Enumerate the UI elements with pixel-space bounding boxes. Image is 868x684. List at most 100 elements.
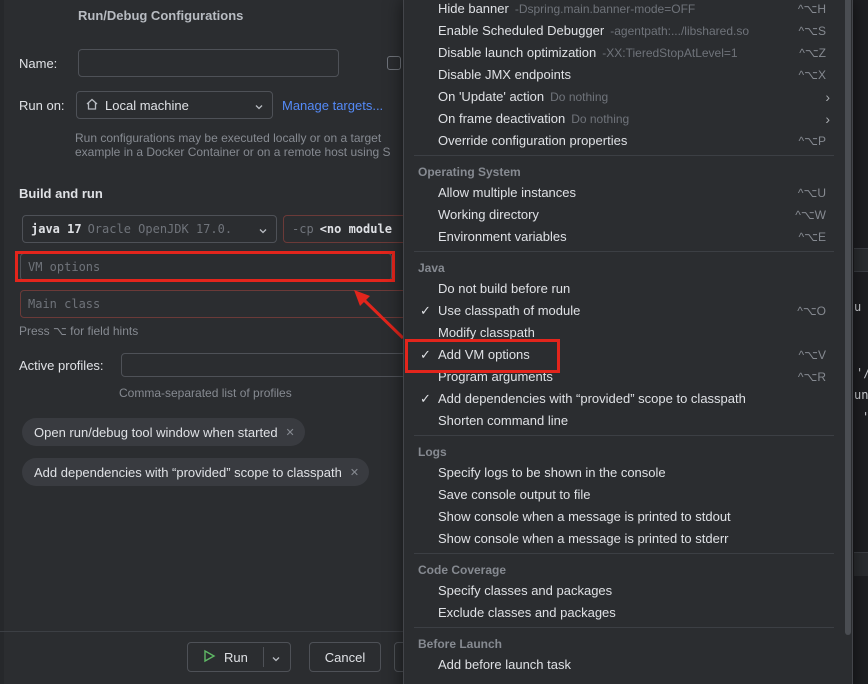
section-before-launch: Before Launch [418,637,503,651]
menu-item-label: Show console when a message is printed t… [438,509,731,524]
run-button-label: Run [224,649,248,665]
menu-item-add-provided-dependencies[interactable]: ✓ Add dependencies with “provided” scope… [404,388,844,410]
menu-item-detail: -agentpath:.../libshared.so [610,24,750,38]
section-operating-system: Operating System [418,165,521,179]
editor-toolbar [854,552,868,576]
build-and-run-heading: Build and run [19,186,103,201]
menu-item-label: Environment variables [438,229,567,244]
menu-item-detail: Do nothing [550,90,609,104]
run-on-dropdown[interactable]: Local machine [76,91,273,119]
dialog-title: Run/Debug Configurations [78,8,244,23]
menu-separator [414,553,834,554]
menu-item-label: Add dependencies with “provided” scope t… [438,391,746,406]
menu-item-environment-variables[interactable]: Environment variables ^⌥E [404,226,844,248]
chip-label: Open run/debug tool window when started [34,424,278,440]
name-label: Name: [19,56,58,71]
menu-item-use-classpath-of-module[interactable]: ✓ Use classpath of module ^⌥O [404,300,844,322]
menu-item-label: Do not build before run [438,281,571,296]
chevron-down-icon[interactable] [271,652,281,667]
jdk-dropdown[interactable]: java 17 Oracle OpenJDK 17.0. [22,215,277,243]
menu-item-shortcut: ^⌥O [797,304,826,318]
option-chip-provided-scope[interactable]: Add dependencies with “provided” scope t… [22,458,370,486]
menu-item-label: Specify logs to be shown in the console [438,465,666,480]
menu-item-label: Allow multiple instances [438,185,577,200]
menu-item-shortcut: ^⌥X [798,68,826,82]
classpath-module-dropdown[interactable]: -cp <no module [283,215,420,243]
footer-divider [0,631,420,632]
menu-item-specify-classes[interactable]: Specify classes and packages [404,580,844,602]
run-on-hint-line2: example in a Docker Container or on a re… [75,145,391,159]
editor-code-fragment: ' [862,410,868,424]
menu-item-shortcut: ^⌥S [798,24,826,38]
option-chip-open-tool-window[interactable]: Open run/debug tool window when started … [22,418,305,446]
menu-item-label: On frame deactivation [438,111,566,126]
menu-item-allow-multiple-instances[interactable]: Allow multiple instances ^⌥U [404,182,844,204]
cancel-button[interactable]: Cancel [309,642,381,672]
menu-item-add-before-launch-task[interactable]: Add before launch task [404,654,844,676]
store-as-file-checkbox[interactable] [387,56,401,70]
menu-item-working-directory[interactable]: Working directory ^⌥W [404,204,844,226]
menu-item-enable-scheduled-debugger[interactable]: Enable Scheduled Debugger -agentpath:.../… [404,20,844,42]
run-button[interactable]: Run [187,642,291,672]
menu-item-show-console-stderr[interactable]: Show console when a message is printed t… [404,528,844,550]
menu-item-detail: Do nothing [571,112,630,126]
cp-prefix: -cp [292,222,314,236]
menu-item-shortcut: ^⌥R [797,370,826,384]
editor-code-fragment: '/ [856,366,868,380]
menu-item-label: Override configuration properties [438,133,628,148]
menu-item-on-update-action[interactable]: On 'Update' action Do nothing › [404,86,844,108]
menu-item-shortcut: ^⌥E [798,230,826,244]
menu-item-label: Hide banner [438,1,509,16]
menu-item-detail: -XX:TieredStopAtLevel=1 [602,46,738,60]
vm-options-highlight [15,251,395,282]
menu-item-exclude-classes[interactable]: Exclude classes and packages [404,602,844,624]
cancel-button-label: Cancel [324,649,366,665]
split-divider [263,647,264,667]
menu-item-label: Specify classes and packages [438,583,613,598]
menu-item-label: On 'Update' action [438,89,545,104]
menu-separator [414,627,834,628]
menu-item-label: Disable launch optimization [438,45,597,60]
menu-item-do-not-build-before-run[interactable]: Do not build before run [404,278,844,300]
menu-item-disable-launch-optimization[interactable]: Disable launch optimization -XX:TieredSto… [404,42,844,64]
menu-item-shortcut: ^⌥H [797,2,826,16]
dialog-left-strip [0,0,4,684]
chevron-right-icon: › [825,111,830,127]
jdk-version: java 17 [31,222,82,236]
close-icon[interactable]: ✕ [350,466,359,479]
section-code-coverage: Code Coverage [418,563,507,577]
menu-item-shorten-command-line[interactable]: Shorten command line [404,410,844,432]
menu-item-label: Show console when a message is printed t… [438,531,729,546]
chevron-right-icon: › [825,89,830,105]
name-field[interactable] [78,49,339,77]
menu-item-shortcut: ^⌥W [795,208,826,222]
main-class-placeholder: Main class [28,297,101,311]
menu-item-label: Shorten command line [438,413,569,428]
menu-item-label: Working directory [438,207,539,222]
manage-targets-link[interactable]: Manage targets... [282,98,383,113]
run-icon [202,649,216,666]
menu-item-shortcut: ^⌥V [798,348,826,362]
menu-scrollbar[interactable] [845,0,851,635]
home-icon [85,97,99,114]
section-java: Java [418,261,445,275]
menu-item-label: Exclude classes and packages [438,605,616,620]
editor-code-fragment: un [854,388,868,402]
menu-item-shortcut: ^⌥Z [799,46,826,60]
chevron-down-icon [254,100,264,110]
close-icon[interactable]: ✕ [286,426,295,439]
menu-item-show-console-stdout[interactable]: Show console when a message is printed t… [404,506,844,528]
chip-label: Add dependencies with “provided” scope t… [34,464,342,480]
menu-item-override-configuration-properties[interactable]: Override configuration properties ^⌥P [404,130,844,152]
run-on-label: Run on: [19,98,65,113]
menu-item-detail: -Dspring.main.banner-mode=OFF [514,2,696,16]
menu-item-hide-banner[interactable]: Hide banner -Dspring.main.banner-mode=OFF… [404,0,844,20]
checkmark-icon: ✓ [420,391,431,406]
menu-separator [414,435,834,436]
menu-item-on-frame-deactivation[interactable]: On frame deactivation Do nothing › [404,108,844,130]
menu-item-save-console-output[interactable]: Save console output to file [404,484,844,506]
menu-item-disable-jmx-endpoints[interactable]: Disable JMX endpoints ^⌥X [404,64,844,86]
editor-tab-strip [854,248,868,272]
field-hints-text: Press ⌥ for field hints [19,324,139,338]
menu-item-specify-logs[interactable]: Specify logs to be shown in the console [404,462,844,484]
